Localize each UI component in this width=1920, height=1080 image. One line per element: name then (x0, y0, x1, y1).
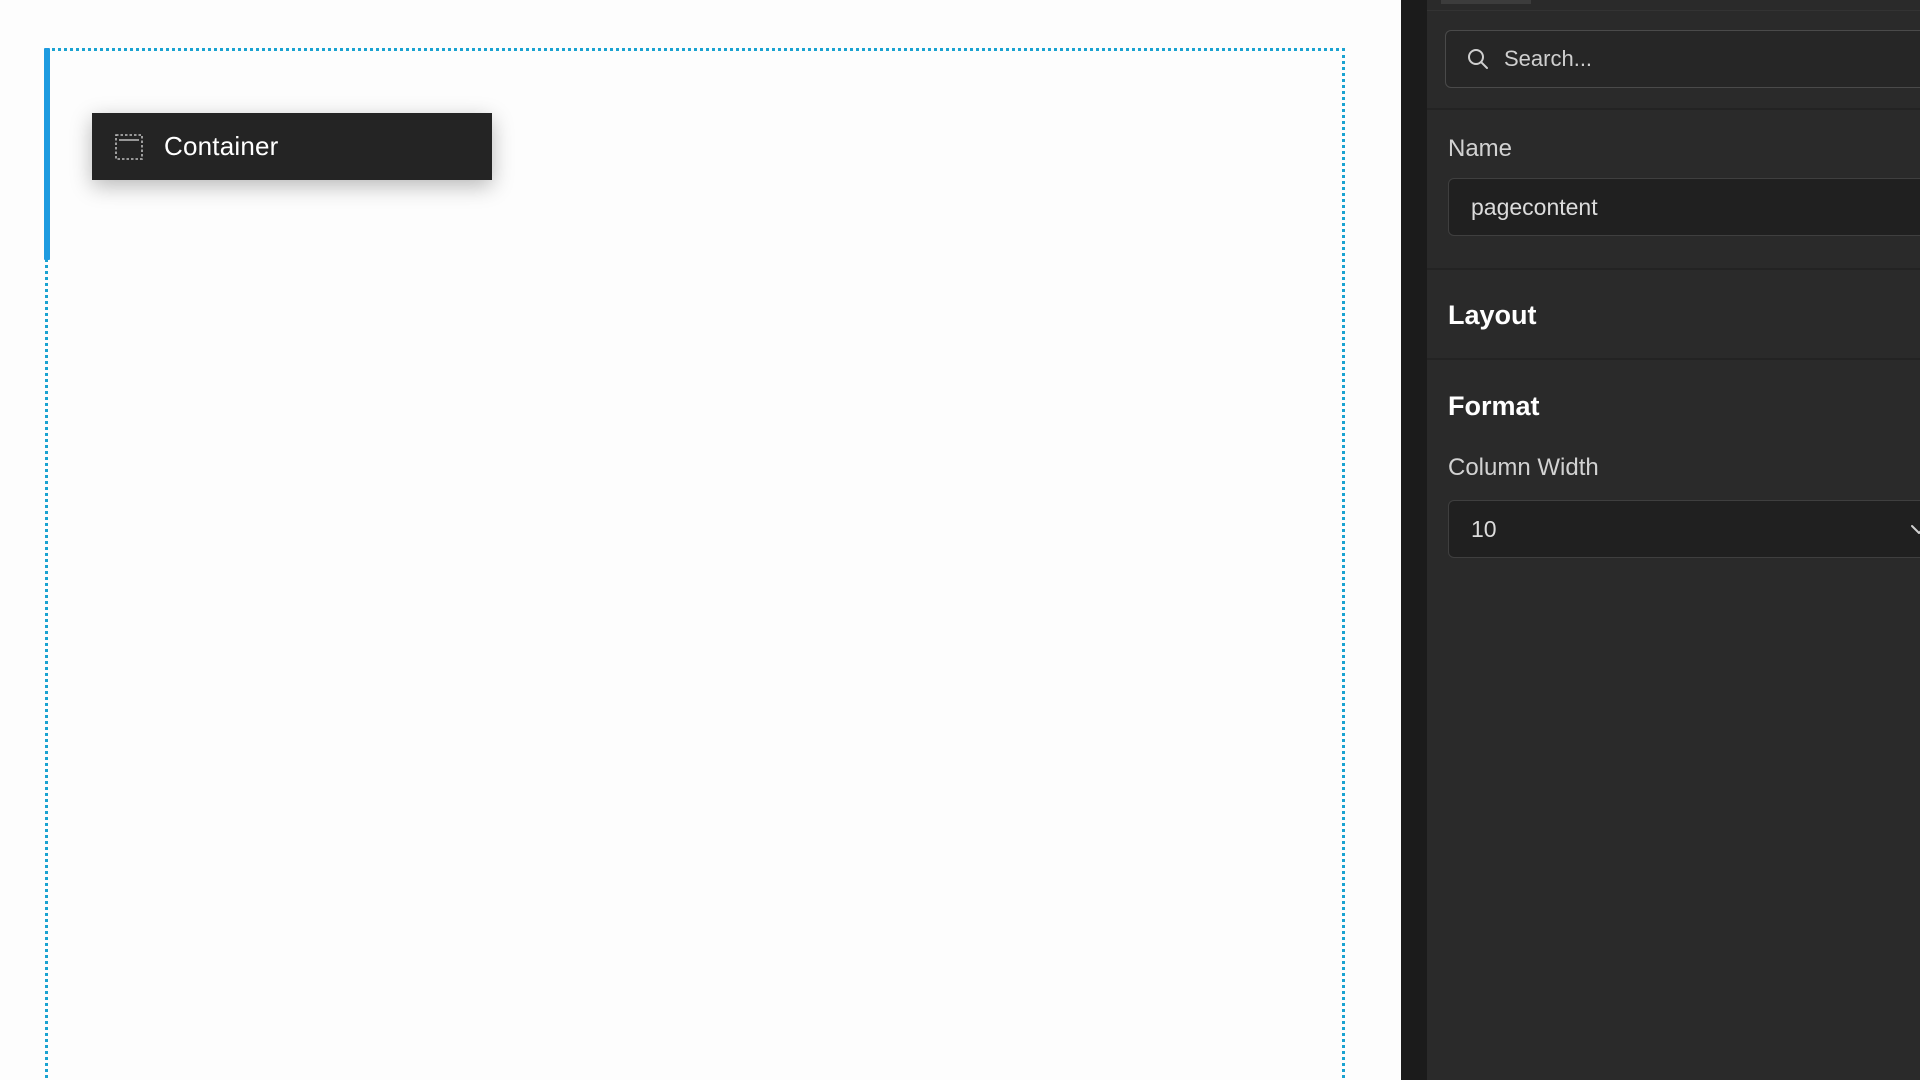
column-width-value: 10 (1471, 515, 1497, 542)
layout-section-title[interactable]: Layout (1448, 300, 1537, 331)
container-icon (114, 132, 144, 162)
search-input[interactable] (1504, 46, 1904, 72)
name-field[interactable] (1471, 193, 1911, 221)
column-width-label: Column Width (1448, 454, 1599, 481)
format-section-title[interactable]: Format (1448, 391, 1540, 422)
panel-tab-indicator (1441, 0, 1531, 4)
drag-chip-label: Container (164, 131, 279, 161)
name-field-wrapper[interactable] (1448, 178, 1920, 236)
sidebar-edge-strip (1401, 0, 1427, 1080)
container-drag-chip[interactable]: Container (92, 113, 492, 180)
search-icon (1466, 47, 1490, 71)
page-container-outline[interactable] (45, 48, 1345, 1080)
name-label: Name (1448, 135, 1513, 162)
properties-panel: Name Layout Format Column Width 10 (1427, 0, 1920, 1080)
panel-top-divider (1427, 10, 1920, 11)
search-box[interactable] (1445, 30, 1920, 88)
column-width-select[interactable]: 10 (1448, 500, 1920, 558)
divider (1427, 108, 1920, 110)
selection-indicator (44, 48, 50, 260)
divider (1427, 358, 1920, 360)
divider (1427, 268, 1920, 270)
editor-canvas[interactable]: Container (0, 0, 1401, 1080)
chevron-down-icon (1907, 517, 1920, 541)
